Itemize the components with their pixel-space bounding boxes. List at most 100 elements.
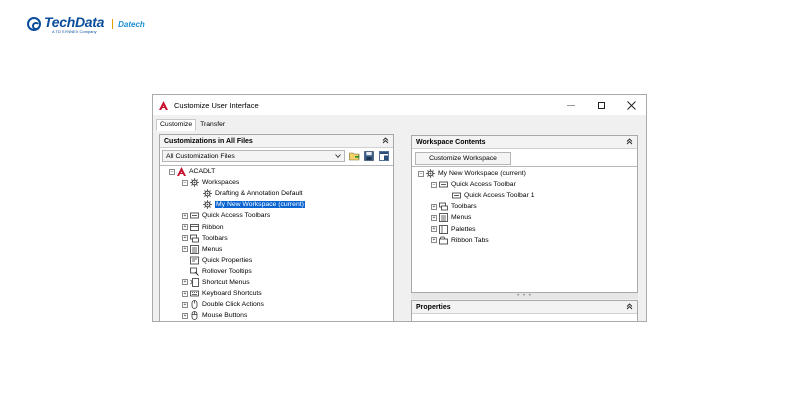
workspace-gear-icon (203, 189, 212, 198)
close-icon (626, 100, 636, 110)
tree-item[interactable]: + Keyboard Shortcuts (160, 288, 393, 299)
expand-node-icon[interactable]: + (182, 212, 188, 219)
tree-item[interactable]: − Quick Access Toolbar (412, 179, 637, 190)
ribbon-tabs-icon (439, 236, 448, 245)
collapse-node-icon[interactable]: − (169, 168, 175, 175)
workspace-contents-header[interactable]: Workspace Contents (412, 136, 637, 149)
window-title: Customize User Interface (174, 100, 259, 110)
tree-item[interactable]: + Menus (160, 244, 393, 255)
tree-item-label: Menus (451, 214, 472, 222)
collapse-node-icon[interactable]: − (431, 181, 437, 188)
workspace-gear-icon (203, 200, 212, 210)
tree-item[interactable]: − My New Workspace (current) (412, 168, 637, 179)
expand-node-icon[interactable]: + (182, 279, 188, 286)
file-toolbar: All Customization Files (160, 148, 393, 164)
customization-files-dropdown[interactable]: All Customization Files (162, 150, 345, 162)
properties-header[interactable]: Properties (412, 301, 637, 314)
expand-node-icon[interactable]: + (431, 203, 437, 210)
tree-item-label: Keyboard Shortcuts (202, 290, 262, 298)
open-folder-icon (348, 152, 359, 161)
load-partial-button[interactable] (378, 150, 390, 162)
tree-item[interactable]: + Menus (412, 212, 637, 223)
collapse-node-icon[interactable]: − (182, 179, 188, 186)
tree-item[interactable]: − Workspaces (160, 177, 393, 188)
brand-name: TechData (44, 14, 105, 30)
minimize-button[interactable] (556, 95, 586, 115)
expand-node-icon[interactable]: + (431, 214, 437, 221)
panel-title: Customizations in All Files (164, 137, 253, 145)
tab-transfer[interactable]: Transfer (196, 119, 229, 131)
tree-item[interactable]: + Toolbars (160, 233, 393, 244)
open-file-button[interactable] (348, 150, 360, 162)
workspace-gear-icon (426, 169, 435, 178)
autocad-icon (159, 100, 168, 110)
ribbon-icon (190, 223, 199, 232)
maximize-icon (597, 101, 605, 109)
customize-user-interface-window: Customize User Interface Customize Trans… (152, 94, 647, 322)
toolbars-icon (190, 234, 199, 243)
customizations-panel-header[interactable]: Customizations in All Files (160, 135, 393, 148)
save-button[interactable] (363, 150, 375, 162)
tree-item[interactable]: + Ribbon (160, 221, 393, 232)
expand-node-icon[interactable]: + (182, 312, 188, 319)
collapse-icon[interactable] (626, 137, 633, 147)
maximize-button[interactable] (586, 95, 616, 115)
expand-node-icon[interactable]: + (431, 226, 437, 233)
load-partial-icon (379, 151, 389, 161)
tree-item[interactable]: Quick Access Toolbar 1 (412, 190, 637, 201)
menus-icon (439, 213, 448, 223)
expand-node-icon[interactable]: + (182, 290, 188, 297)
tree-item[interactable]: Drafting & Annotation Default (160, 188, 393, 199)
title-bar[interactable]: Customize User Interface (153, 95, 646, 115)
techdata-logo-icon (27, 17, 41, 31)
expand-node-icon[interactable]: + (182, 224, 188, 231)
tree-item-label: ACADLT (189, 168, 216, 176)
tree-item-label: Quick Properties (202, 256, 253, 264)
tree-item[interactable]: + Double Click Actions (160, 299, 393, 310)
save-icon (364, 151, 374, 161)
toolbar-item-icon (452, 191, 461, 200)
tree-item-label: Quick Access Toolbar 1 (464, 192, 535, 200)
tree-item[interactable]: + Ribbon Tabs (412, 235, 637, 246)
close-button[interactable] (616, 95, 646, 115)
tree-item[interactable]: Quick Properties (160, 255, 393, 266)
workspaces-icon (190, 178, 199, 187)
mouse-buttons-icon (190, 311, 199, 321)
customizations-tree: − ACADLT − Workspaces Drafting & Annotation … (160, 165, 393, 321)
tree-item[interactable]: − ACADLT (160, 166, 393, 177)
customize-workspace-button[interactable]: Customize Workspace (415, 152, 511, 165)
brand-subline: A TD SYNNEX Company (52, 29, 97, 34)
expand-node-icon[interactable]: + (182, 235, 188, 242)
tab-bar: Customize Transfer (156, 119, 229, 131)
tree-item[interactable]: + Mouse Buttons (160, 310, 393, 321)
toolbars-icon (439, 202, 448, 211)
collapse-icon[interactable] (626, 302, 633, 312)
tree-item[interactable]: My New Workspace (current) (160, 199, 393, 210)
collapse-icon[interactable] (382, 136, 389, 146)
tree-item[interactable]: + Toolbars (412, 201, 637, 212)
dropdown-value: All Customization Files (166, 152, 235, 160)
tree-item-label: Shortcut Menus (202, 278, 250, 286)
quick-properties-icon (190, 256, 199, 265)
toolbar-icon (439, 180, 448, 189)
tab-customize[interactable]: Customize (156, 119, 197, 131)
tree-item-label: Quick Access Toolbars (202, 212, 271, 220)
tree-item-label: Quick Access Toolbar (451, 181, 516, 189)
tree-item-label: Double Click Actions (202, 301, 264, 309)
expand-node-icon[interactable]: + (182, 301, 188, 308)
tree-item[interactable]: + Palettes (412, 223, 637, 234)
tree-item[interactable]: Rollover Tooltips (160, 266, 393, 277)
shortcut-menus-icon (190, 278, 199, 287)
collapse-node-icon[interactable]: − (418, 170, 424, 177)
panel-splitter[interactable]: • • • (411, 293, 638, 299)
expand-node-icon[interactable]: + (182, 246, 188, 253)
expand-node-icon[interactable]: + (431, 237, 437, 244)
tree-item[interactable]: + Quick Access Toolbars (160, 210, 393, 221)
workspace-contents-tree: − My New Workspace (current) − Quick Access… (412, 166, 637, 292)
tree-item-label: My New Workspace (current) (438, 170, 526, 178)
tree-item[interactable]: + Shortcut Menus (160, 277, 393, 288)
logo-divider (112, 19, 114, 29)
toolbar-icon (190, 211, 199, 220)
